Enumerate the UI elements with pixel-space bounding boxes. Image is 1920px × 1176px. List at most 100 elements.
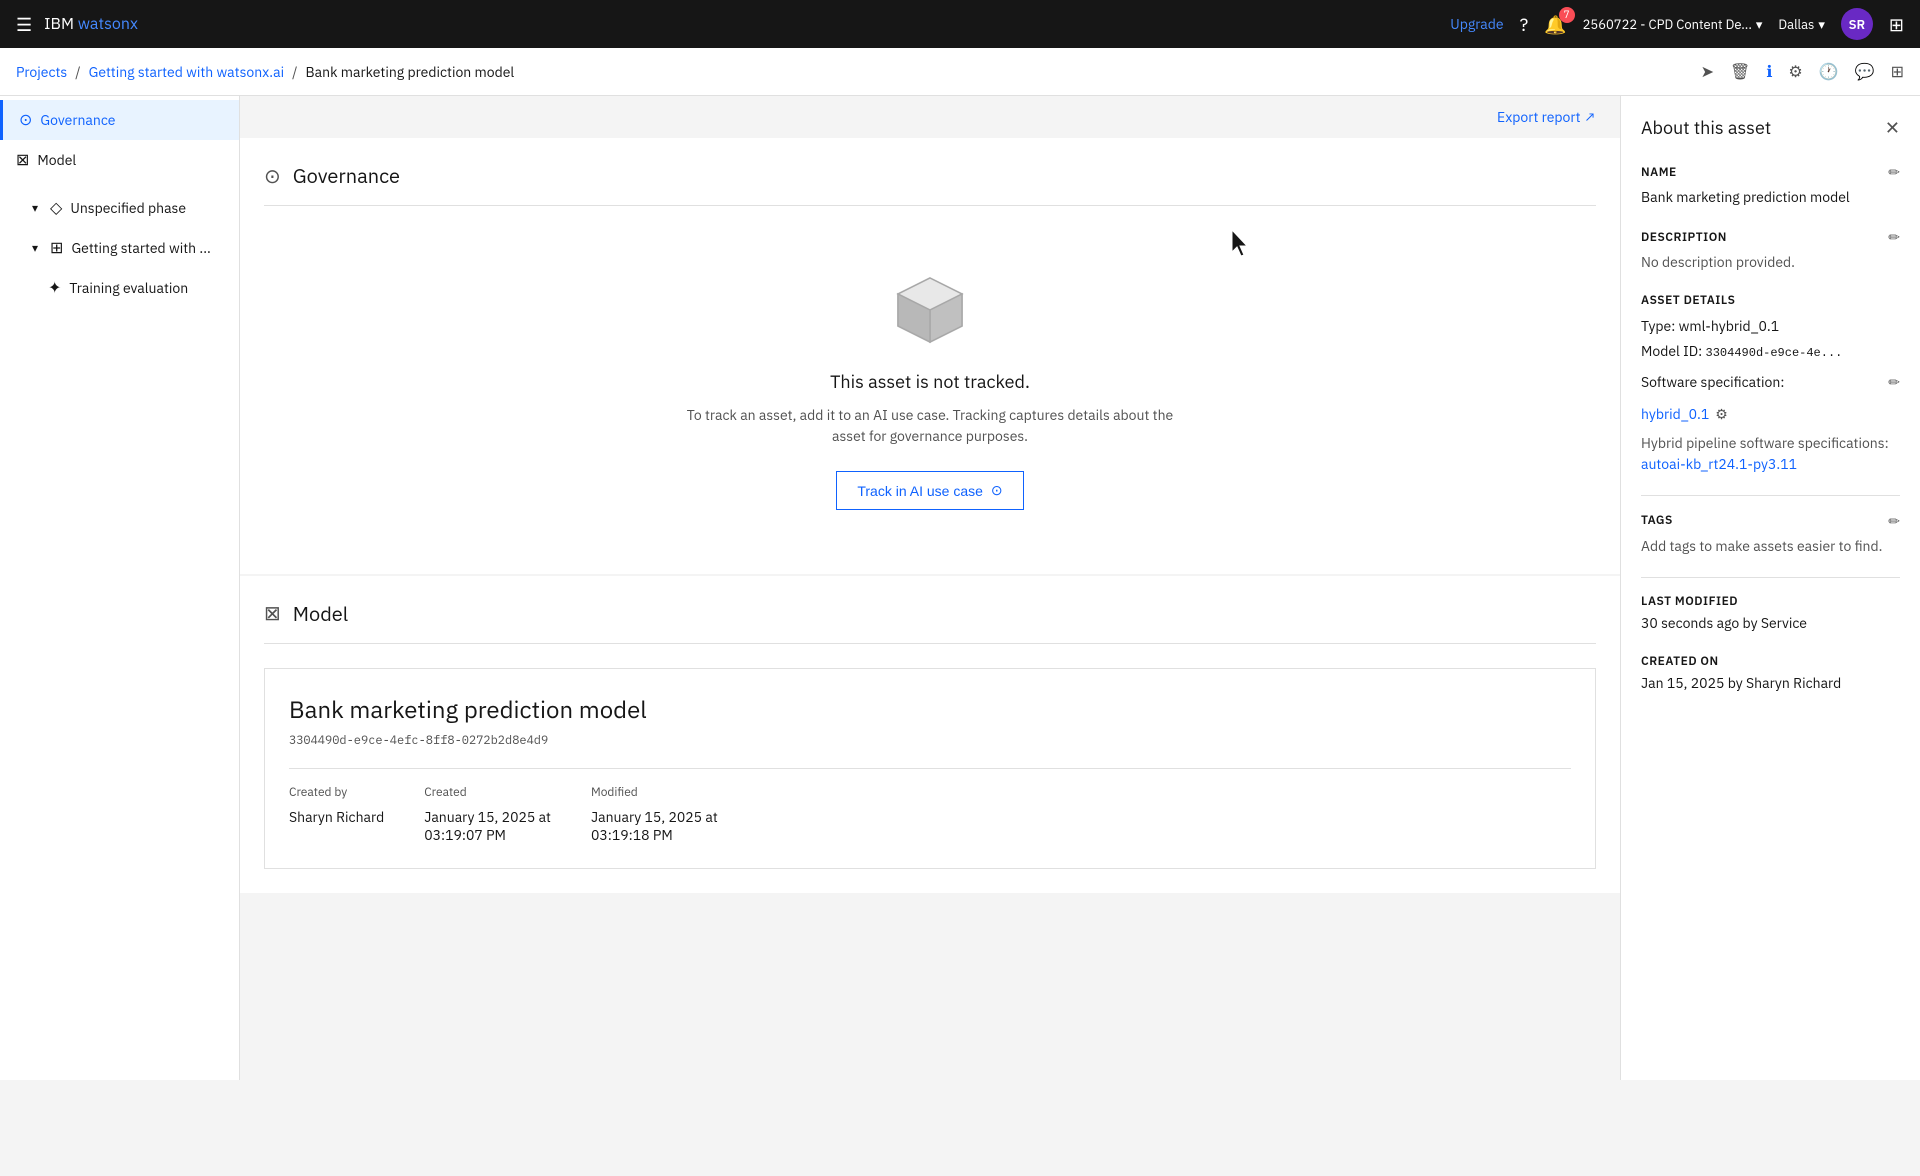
name-field-value: Bank marketing prediction model [1641,187,1900,208]
last-modified-value: 30 seconds ago by Service [1641,613,1900,634]
model-icon: ⊠ [16,150,29,170]
getting-started-icon: ⊞ [50,238,63,258]
tags-description: Add tags to make assets easier to find. [1641,536,1900,557]
tags-edit-icon[interactable]: ✏ [1888,512,1900,530]
notification-badge: 7 [1559,7,1575,23]
tags-field-label: Tags [1641,513,1673,528]
governance-section-icon: ⊙ [264,162,281,189]
software-spec-gear-icon[interactable]: ⚙ [1715,402,1728,427]
description-field: Description ✏ No description provided. [1641,228,1900,273]
sidebar-item-unspecified-phase[interactable]: ▾ ◇ Unspecified phase [0,188,239,228]
chevron-down-icon: ▾ [32,201,38,216]
breadcrumb-current-page: Bank marketing prediction model [306,63,515,81]
upgrade-link[interactable]: Upgrade [1450,15,1503,33]
name-field: Name ✏ Bank marketing prediction model [1641,163,1900,208]
app-name: IBM watsonx [44,14,138,34]
created-by-group: Created by Sharyn Richard [289,785,384,844]
created-value: January 15, 2025 at 03:19:07 PM [424,808,551,844]
name-edit-icon[interactable]: ✏ [1888,163,1900,181]
breadcrumb-projects[interactable]: Projects [16,63,67,81]
model-section-header: ⊠ Model [264,600,1596,644]
governance-section-title: Governance [293,162,400,189]
tags-field: Tags ✏ Add tags to make assets easier to… [1641,512,1900,557]
not-tracked-title: This asset is not tracked. [830,370,1030,393]
model-card-id: 3304490d-e9ce-4efc-8ff8-0272b2d8e4d9 [289,733,1571,748]
type-row: Type: wml-hybrid_0.1 [1641,314,1900,339]
sidebar-training-eval-label: Training evaluation [69,279,188,297]
created-on-field: Created on Jan 15, 2025 by Sharyn Richar… [1641,654,1900,694]
right-panel: About this asset ✕ Name ✏ Bank marketing… [1620,96,1920,1080]
export-bar: Export report ↗ [240,96,1620,138]
sidebar-item-training-evaluation[interactable]: ✦ Training evaluation [0,268,239,308]
sidebar-model-label: Model [37,151,76,169]
navigate-icon[interactable]: ➤ [1701,62,1714,82]
close-panel-button[interactable]: ✕ [1885,116,1900,139]
view-options-icon[interactable]: ⊞ [1891,62,1904,82]
model-id-row: Model ID: 3304490d-e9ce-4e... [1641,339,1900,364]
created-by-label: Created by [289,785,384,800]
software-spec-label: Software specification: [1641,372,1784,393]
apps-grid-icon[interactable]: ⊞ [1889,13,1904,36]
asset-details-label: Asset Details [1641,293,1735,308]
governance-section: ⊙ Governance This asset is not tracked. … [240,138,1620,574]
modified-label: Modified [591,785,718,800]
created-group: Created January 15, 2025 at 03:19:07 PM [424,785,551,844]
region-selector[interactable]: Dallas ▾ [1778,16,1824,33]
model-meta: Created by Sharyn Richard Created Januar… [289,768,1571,844]
asset-details-field: Asset Details Type: wml-hybrid_0.1 Model… [1641,293,1900,475]
type-label: Type: [1641,317,1675,335]
comment-icon[interactable]: 💬 [1855,62,1875,82]
created-by-value: Sharyn Richard [289,808,384,826]
description-field-label: Description [1641,230,1727,245]
track-button-label: Track in AI use case [857,483,983,499]
sidebar-item-model[interactable]: ⊠ Model [0,140,239,180]
content-area: Export report ↗ ⊙ Governance [240,96,1620,1080]
track-ai-use-case-button[interactable]: Track in AI use case ⊙ [836,471,1023,510]
sidebar-item-governance[interactable]: ⊙ Governance [0,100,239,140]
notifications-icon[interactable]: 🔔 7 [1544,13,1566,36]
main-layout: ⊙ Governance ⊠ Model ▾ ◇ Unspecified pha… [0,96,1920,1080]
sidebar-governance-label: Governance [40,111,115,129]
governance-section-header: ⊙ Governance [264,162,1596,206]
panel-title: About this asset [1641,116,1771,139]
info-icon[interactable]: ℹ [1766,62,1772,82]
software-spec-edit-icon[interactable]: ✏ [1888,370,1900,395]
track-icon: ⊙ [991,482,1003,499]
name-field-label: Name [1641,165,1677,180]
history-icon[interactable]: 🕐 [1819,62,1839,82]
model-id-label-panel: Model ID: [1641,342,1702,360]
software-spec-value[interactable]: hybrid_0.1 [1641,404,1709,425]
phase-icon: ◇ [50,198,62,218]
panel-divider-1 [1641,495,1900,496]
modified-group: Modified January 15, 2025 at 03:19:18 PM [591,785,718,844]
last-modified-label: Last modified [1641,594,1900,609]
panel-divider-2 [1641,577,1900,578]
breadcrumb: Projects / Getting started with watsonx.… [0,48,1920,96]
settings-icon[interactable]: ⚙ [1788,62,1802,82]
sidebar-item-getting-started[interactable]: ▾ ⊞ Getting started with ... [0,228,239,268]
chevron-down-icon-2: ▾ [32,241,38,256]
breadcrumb-getting-started[interactable]: Getting started with watsonx.ai [89,63,285,81]
export-report-link[interactable]: Export report ↗ [1497,108,1596,126]
sidebar-getting-started-label: Getting started with ... [71,239,210,257]
export-icon: ↗ [1585,108,1596,126]
delete-icon[interactable]: 🗑 [1730,62,1750,82]
modified-value: January 15, 2025 at 03:19:18 PM [591,808,718,844]
breadcrumb-sep-1: / [75,63,80,81]
account-selector[interactable]: 2560722 - CPD Content De... ▾ [1583,16,1763,33]
hybrid-pipeline-row: Hybrid pipeline software specifications:… [1641,433,1900,475]
hybrid-pipeline-value[interactable]: autoai-kb_rt24.1-py3.11 [1641,454,1900,475]
breadcrumb-sep-2: / [292,63,297,81]
sidebar-unspecified-phase-label: Unspecified phase [70,199,186,217]
top-navigation: ☰ IBM watsonx Upgrade ? 🔔 7 2560722 - CP… [0,0,1920,48]
help-icon[interactable]: ? [1520,13,1529,36]
type-value: wml-hybrid_0.1 [1679,317,1779,335]
sidebar: ⊙ Governance ⊠ Model ▾ ◇ Unspecified pha… [0,96,240,1080]
hamburger-menu[interactable]: ☰ [16,13,32,36]
model-card-title: Bank marketing prediction model [289,693,1571,725]
description-field-value: No description provided. [1641,252,1900,273]
description-edit-icon[interactable]: ✏ [1888,228,1900,246]
created-on-label: Created on [1641,654,1900,669]
region-chevron-icon: ▾ [1818,16,1825,33]
avatar[interactable]: SR [1841,8,1873,40]
